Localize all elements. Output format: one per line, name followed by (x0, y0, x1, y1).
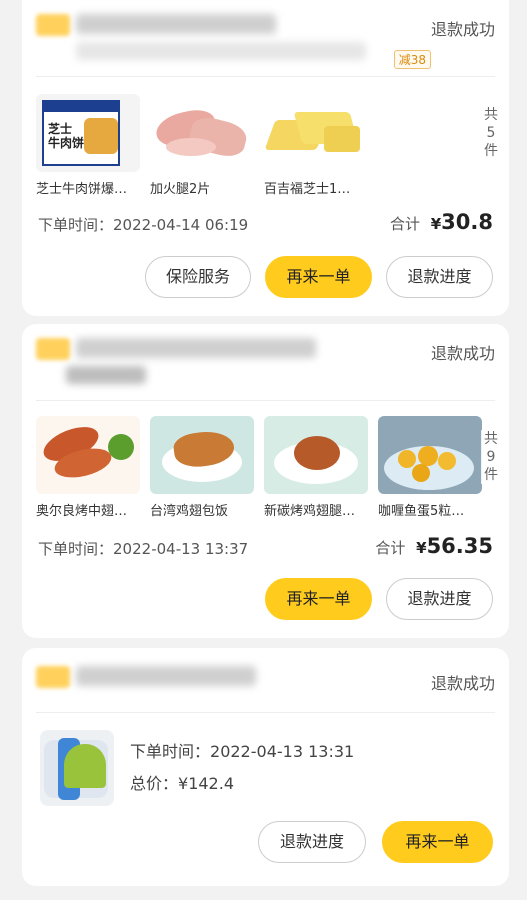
total-label: 合计 (389, 215, 420, 233)
product-thumb: 芝士 牛肉饼 (36, 94, 140, 172)
store-header[interactable]: 退款成功 (36, 0, 495, 60)
order-time-value: 2022-04-14 06:19 (113, 216, 249, 234)
currency-symbol: ¥ (430, 215, 442, 233)
product-thumb (264, 416, 368, 494)
product-thumb (378, 416, 482, 494)
product-thumb (150, 94, 254, 172)
reorder-button[interactable]: 再来一单 (382, 821, 493, 863)
divider (36, 76, 495, 77)
product-item[interactable]: 台湾鸡翅包饭 (150, 416, 254, 519)
store-logo (36, 14, 70, 36)
order-card[interactable]: 退款成功 奥尔良烤中翅… 台湾鸡翅包饭 新碳烤鸡翅腿… 咖喱鱼蛋5粒… 共 9 … (22, 324, 509, 638)
order-status: 退款成功 (430, 20, 495, 39)
store-info-blurred (76, 42, 366, 60)
product-thumb (264, 94, 368, 172)
package-label: 芝士 牛肉饼 (48, 122, 85, 150)
insurance-service-button[interactable]: 保险服务 (145, 256, 251, 298)
product-item[interactable]: 加火腿2片 (150, 94, 254, 197)
product-item[interactable]: 百吉福芝士1… (264, 94, 368, 197)
product-thumb[interactable] (40, 730, 114, 806)
product-item[interactable]: 芝士 牛肉饼 芝士牛肉饼爆… (36, 94, 140, 197)
order-time-label: 下单时间： (38, 540, 114, 558)
store-name-blurred (76, 14, 276, 34)
order-time: 下单时间：2022-04-13 13:31 (130, 738, 354, 762)
store-name-blurred (76, 338, 316, 358)
product-name: 台湾鸡翅包饭 (150, 504, 229, 519)
item-count: 共 5 件 (484, 107, 498, 159)
product-name: 咖喱鱼蛋5粒… (378, 504, 465, 519)
store-header[interactable]: 退款成功 (36, 324, 495, 384)
product-name: 百吉福芝士1… (264, 182, 351, 197)
refund-progress-button[interactable]: 退款进度 (386, 578, 493, 620)
order-time: 下单时间：2022-04-13 13:37 (38, 538, 248, 559)
order-time-label: 下单时间： (130, 742, 211, 761)
product-name: 芝士牛肉饼爆… (36, 182, 128, 197)
order-time-value: 2022-04-13 13:31 (210, 742, 355, 761)
total-label: 合计 (375, 539, 406, 557)
order-card[interactable]: 退款成功 减38 芝士 牛肉饼 芝士牛肉饼爆… 加火腿2片 百吉福芝士1… 共 … (22, 0, 509, 316)
store-header[interactable]: 退款成功 (36, 648, 495, 693)
refund-progress-button[interactable]: 退款进度 (258, 821, 366, 863)
product-item[interactable]: 咖喱鱼蛋5粒… (378, 416, 482, 519)
divider (36, 712, 495, 713)
order-status: 退款成功 (430, 344, 495, 363)
product-thumb (150, 416, 254, 494)
reorder-button[interactable]: 再来一单 (265, 256, 372, 298)
divider (36, 400, 495, 401)
total-amount: ¥142.4 (178, 774, 234, 793)
total-amount: 56.35 (426, 534, 493, 558)
store-logo (36, 666, 70, 688)
total-label: 总价： (130, 774, 179, 793)
order-time-label: 下单时间： (38, 216, 114, 234)
store-logo (36, 338, 70, 360)
order-status: 退款成功 (430, 674, 495, 693)
order-total: 总价：¥142.4 (130, 770, 234, 794)
currency-symbol: ¥ (416, 539, 427, 557)
order-card[interactable]: 退款成功 下单时间：2022-04-13 13:31 总价：¥142.4 退款进… (22, 648, 509, 886)
product-thumb (36, 416, 140, 494)
total-amount: 30.8 (441, 210, 493, 234)
product-name: 奥尔良烤中翅… (36, 504, 128, 519)
reorder-button[interactable]: 再来一单 (265, 578, 372, 620)
order-total: 合计 ¥56.35 (375, 534, 493, 558)
refund-progress-button[interactable]: 退款进度 (386, 256, 493, 298)
product-item[interactable]: 新碳烤鸡翅腿… (264, 416, 368, 519)
product-item[interactable]: 奥尔良烤中翅… (36, 416, 140, 519)
product-name: 新碳烤鸡翅腿… (264, 504, 356, 519)
item-count: 共 9 件 (481, 430, 501, 484)
order-total: 合计 ¥30.8 (390, 210, 493, 234)
store-name-blurred (76, 666, 256, 686)
store-info-blurred (66, 366, 146, 384)
promo-badge: 减38 (393, 50, 431, 69)
order-time: 下单时间：2022-04-14 06:19 (38, 214, 248, 235)
order-time-value: 2022-04-13 13:37 (113, 540, 249, 558)
product-name: 加火腿2片 (150, 182, 211, 197)
